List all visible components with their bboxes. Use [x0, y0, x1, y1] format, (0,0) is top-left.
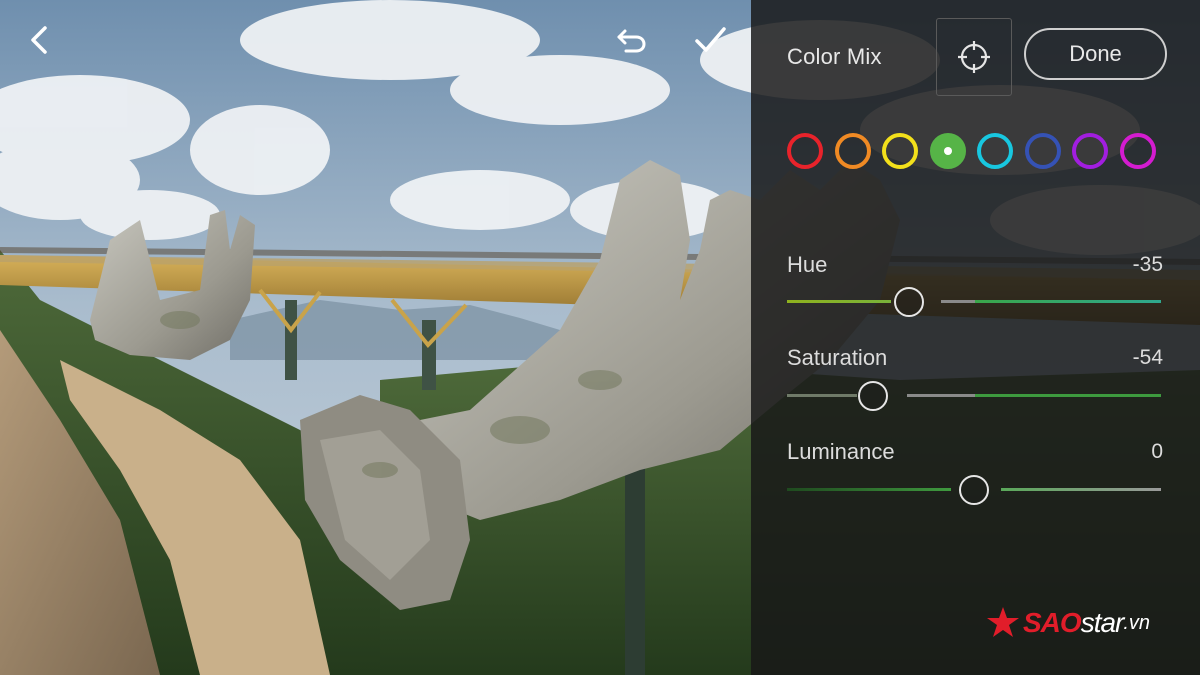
target-icon	[958, 41, 990, 73]
panel-title: Color Mix	[787, 44, 882, 69]
watermark-sao: SAO	[1023, 607, 1082, 638]
apply-button[interactable]	[688, 18, 732, 62]
done-button[interactable]: Done	[1024, 28, 1167, 80]
hue-value[interactable]: -35	[1133, 253, 1163, 277]
saturation-value[interactable]: -54	[1133, 346, 1163, 370]
watermark-star: star	[1080, 607, 1125, 638]
luminance-value[interactable]: 0	[1151, 440, 1163, 464]
saturation-label: Saturation	[787, 345, 888, 370]
swatch-magenta[interactable]	[1119, 133, 1156, 169]
color-swatch-row	[787, 131, 1167, 171]
star-logo-icon	[987, 607, 1019, 637]
swatch-orange[interactable]	[834, 133, 871, 169]
back-button[interactable]	[18, 18, 62, 62]
color-mix-panel: Color Mix Done Hue -35 Saturation -54 Lu…	[751, 0, 1200, 675]
swatch-blue[interactable]	[1024, 133, 1061, 169]
saturation-slider-knob[interactable]	[858, 381, 889, 411]
saturation-slider-track[interactable]	[787, 394, 1161, 397]
undo-icon	[617, 29, 646, 53]
swatch-purple[interactable]	[1072, 133, 1108, 169]
lightroom-editor: Color Mix Done Hue -35 Saturation -54 Lu…	[0, 0, 1200, 675]
luminance-label: Luminance	[787, 439, 895, 464]
hue-slider-track[interactable]	[787, 300, 1161, 303]
checkmark-icon	[695, 27, 726, 52]
swatch-green[interactable]	[929, 133, 966, 169]
undo-button[interactable]	[609, 18, 653, 62]
hue-slider-knob[interactable]	[893, 287, 924, 317]
hue-label: Hue	[787, 252, 828, 277]
chevron-left-icon	[31, 26, 47, 54]
saostar-watermark: SAO star .vn	[985, 603, 1150, 643]
watermark-vn: .vn	[1123, 611, 1151, 634]
swatch-red[interactable]	[787, 133, 823, 169]
swatch-aqua[interactable]	[977, 133, 1013, 169]
luminance-slider-knob[interactable]	[959, 475, 989, 505]
targeted-adjustment-button[interactable]	[936, 18, 1012, 96]
swatch-yellow[interactable]	[882, 133, 918, 169]
